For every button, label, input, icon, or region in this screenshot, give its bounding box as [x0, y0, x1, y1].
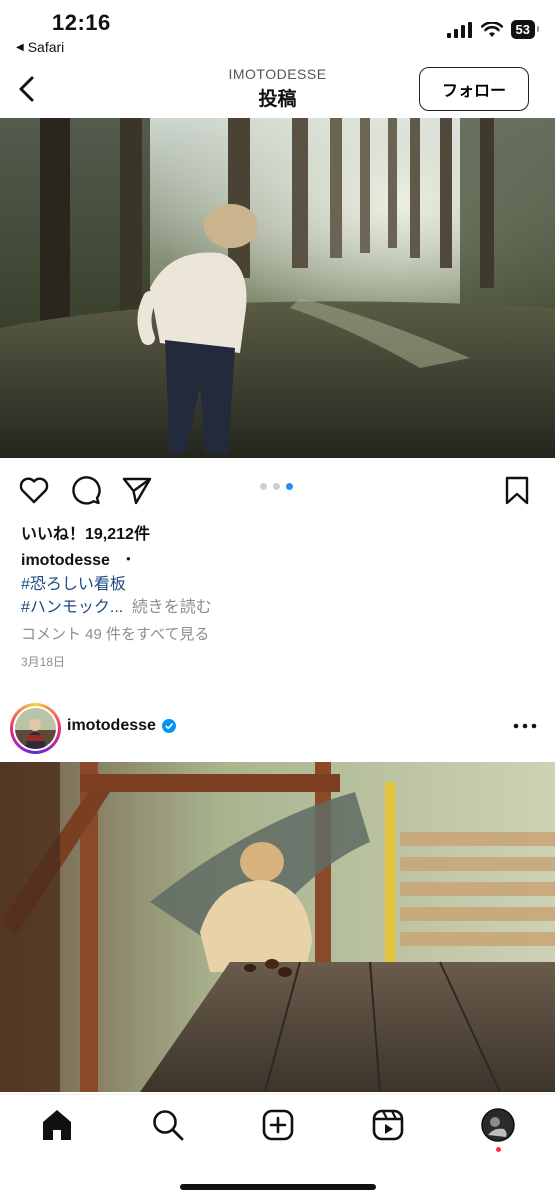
caption-separator: ・ — [120, 552, 137, 569]
cellular-signal-icon — [446, 21, 472, 38]
plus-square-icon[interactable] — [260, 1107, 296, 1143]
post-actions — [0, 470, 555, 510]
forest-photo — [0, 118, 555, 458]
status-icons: 53 — [446, 20, 540, 39]
story-avatar[interactable] — [10, 703, 61, 754]
top-navigation: IMOTODESSE 投稿 フォロー — [0, 62, 555, 118]
carousel-dot — [260, 483, 267, 490]
profile-avatar[interactable] — [480, 1107, 516, 1143]
search-icon[interactable] — [150, 1107, 186, 1143]
battery-indicator: 53 — [510, 20, 540, 39]
post-header: imotodesse — [0, 700, 555, 758]
post-date: 3月18日 — [21, 655, 66, 669]
post-author-username: imotodesse — [67, 717, 156, 734]
verified-badge-icon — [161, 719, 176, 733]
post-image-playground[interactable] — [0, 762, 555, 1092]
status-bar: 12:16 ◀ Safari 53 — [0, 0, 555, 62]
caption-line-2: #ハンモック... 続きを読む — [21, 593, 212, 617]
read-more-link[interactable]: 続きを読む — [132, 599, 212, 616]
hashtag-link[interactable]: #恐ろしい看板 — [21, 570, 126, 594]
send-icon[interactable] — [121, 474, 153, 506]
back-triangle-icon: ◀ — [16, 41, 24, 53]
avatar — [15, 708, 56, 749]
bottom-tab-bar — [0, 1094, 555, 1200]
playground-photo — [0, 762, 555, 1092]
notification-dot — [496, 1147, 501, 1152]
bookmark-icon[interactable] — [501, 474, 533, 506]
more-icon[interactable] — [511, 714, 539, 738]
view-all-comments-link[interactable]: コメント 49 件をすべて見る — [21, 623, 209, 644]
carousel-indicator — [260, 483, 293, 490]
post-author[interactable]: imotodesse — [67, 717, 176, 735]
back-app-label: Safari — [27, 39, 65, 55]
back-to-app-link[interactable]: ◀ Safari — [16, 39, 64, 55]
heart-icon[interactable] — [18, 474, 50, 506]
carousel-dot-active — [286, 483, 293, 490]
like-count[interactable]: いいね！19,212件 — [21, 520, 150, 544]
caption-username[interactable]: imotodesse — [21, 552, 110, 569]
status-time: 12:16 — [52, 10, 111, 35]
caption-header: imotodesse ・ — [21, 546, 136, 570]
follow-button[interactable]: フォロー — [419, 67, 529, 111]
reels-icon[interactable] — [370, 1107, 406, 1143]
carousel-dot — [273, 483, 280, 490]
hashtag-link[interactable]: #ハンモック... — [21, 599, 123, 616]
avatar-image — [15, 708, 56, 749]
home-indicator[interactable] — [180, 1184, 376, 1190]
post-image-forest[interactable] — [0, 118, 555, 458]
wifi-icon — [480, 21, 503, 37]
home-icon[interactable] — [39, 1107, 75, 1143]
comment-icon[interactable] — [70, 474, 102, 506]
